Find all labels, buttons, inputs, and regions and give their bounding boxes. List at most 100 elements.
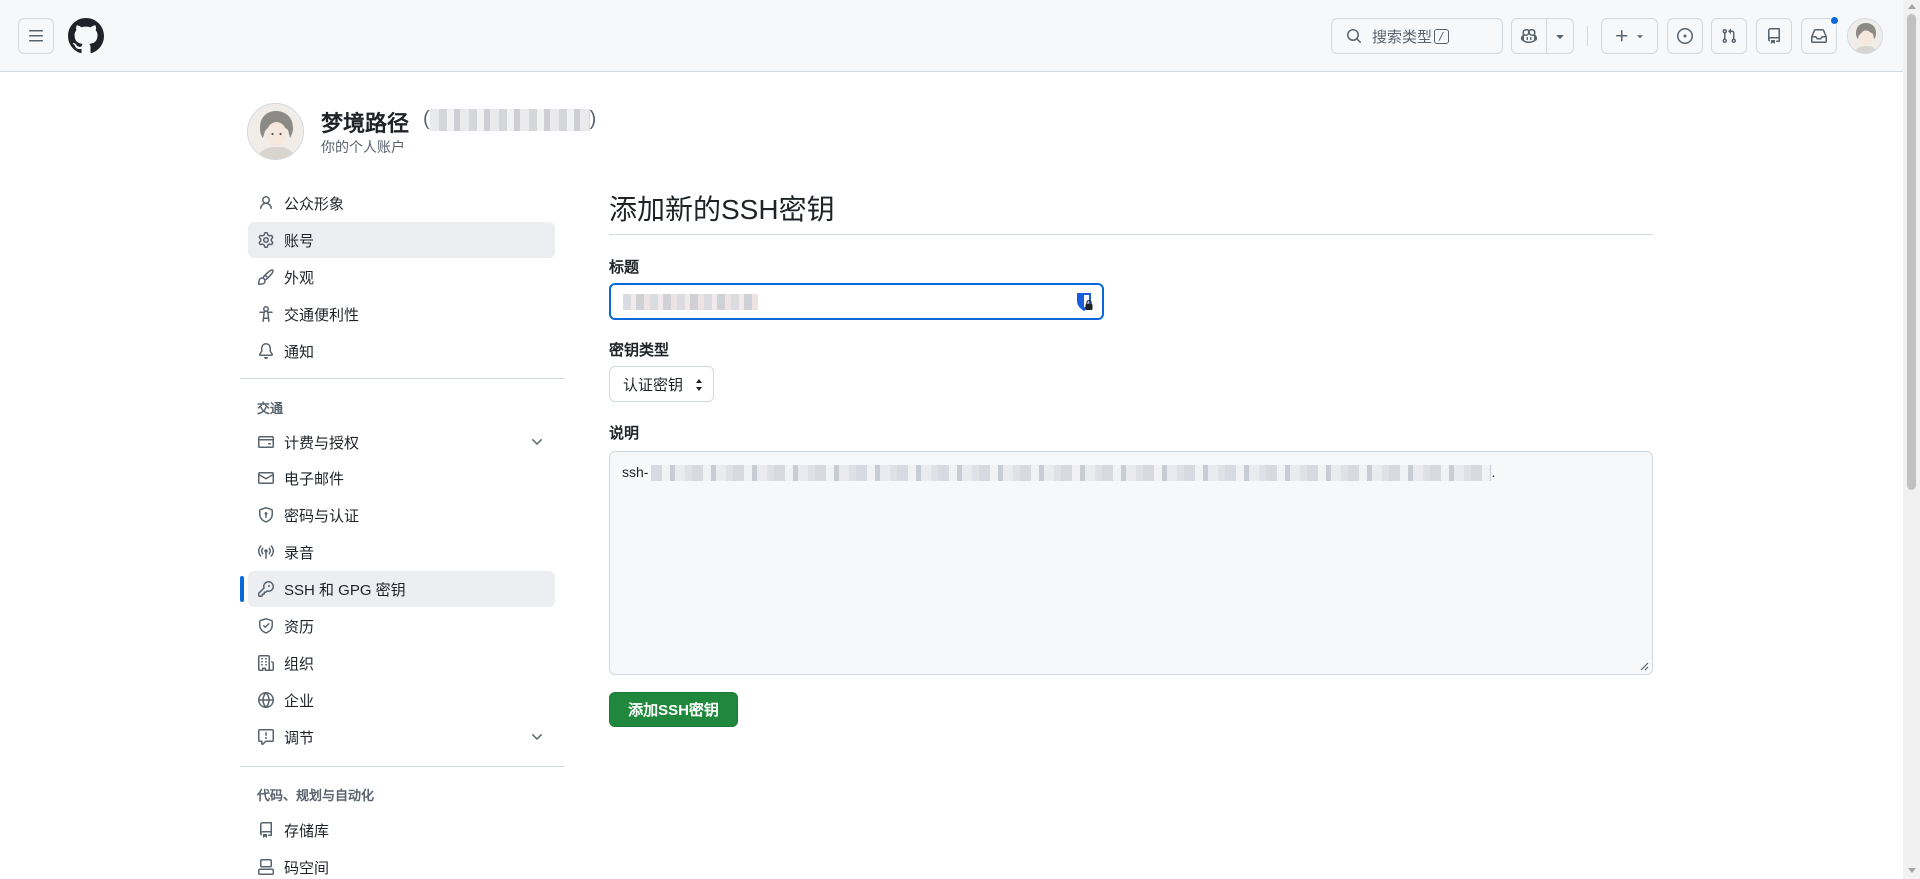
three-bars-icon bbox=[29, 30, 43, 42]
sidebar-item-label: 密码与认证 bbox=[284, 507, 360, 525]
sidebar-item-organizations[interactable]: 组织 bbox=[248, 645, 555, 681]
pull-requests-button[interactable] bbox=[1711, 18, 1747, 54]
sidebar-item-password-auth[interactable]: 密码与认证 bbox=[248, 497, 555, 533]
page-title: 添加新的SSH密钥 bbox=[609, 194, 835, 225]
menu-button[interactable] bbox=[18, 18, 54, 54]
header-divider bbox=[1587, 26, 1588, 46]
sidebar-item-repositories[interactable]: 存储库 bbox=[248, 812, 555, 848]
key-prefix: ssh- bbox=[622, 464, 649, 480]
repositories-button[interactable] bbox=[1756, 18, 1792, 54]
profile-avatar[interactable] bbox=[247, 103, 304, 160]
sidebar-group-heading-access: 交通 bbox=[257, 401, 284, 416]
create-new-button[interactable] bbox=[1601, 18, 1658, 54]
github-mark-icon bbox=[68, 18, 104, 54]
globe-icon bbox=[257, 691, 275, 709]
sidebar-item-public-profile[interactable]: 公众形象 bbox=[248, 185, 555, 221]
inbox-icon bbox=[1811, 29, 1827, 43]
sidebar-item-label: 组织 bbox=[284, 655, 315, 673]
sidebar-item-appearance[interactable]: 外观 bbox=[248, 259, 555, 295]
sidebar-item-label: SSH 和 GPG 密钥 bbox=[284, 581, 406, 599]
resize-handle-icon[interactable] bbox=[1639, 661, 1649, 671]
search-shortcut-key: / bbox=[1434, 28, 1449, 44]
user-avatar[interactable] bbox=[1847, 18, 1883, 54]
paintbrush-icon bbox=[257, 268, 275, 286]
profile-subtitle: 你的个人账户 bbox=[321, 139, 405, 155]
github-logo[interactable] bbox=[68, 18, 104, 54]
sidebar-item-label: 计费与授权 bbox=[284, 434, 360, 452]
page-scrollbar[interactable] bbox=[1903, 0, 1920, 879]
sidebar-item-accessibility[interactable]: 交通便利性 bbox=[248, 296, 555, 332]
triangle-down-icon bbox=[1556, 35, 1564, 39]
shield-lock-icon bbox=[257, 506, 275, 524]
add-ssh-key-button[interactable]: 添加SSH密钥 bbox=[609, 692, 738, 727]
sidebar-item-account[interactable]: 账号 bbox=[248, 222, 555, 258]
login-close-paren: ) bbox=[589, 108, 597, 130]
sidebar-item-sessions[interactable]: 录音 bbox=[248, 534, 555, 570]
scroll-up-arrow[interactable] bbox=[1908, 4, 1916, 9]
copilot-icon bbox=[1521, 28, 1537, 44]
sidebar-item-ssh-gpg-keys[interactable]: SSH 和 GPG 密钥 bbox=[248, 571, 555, 607]
password-manager-icon[interactable] bbox=[1076, 292, 1094, 312]
sidebar-item-certifications[interactable]: 资历 bbox=[248, 608, 555, 644]
bell-icon bbox=[257, 342, 275, 360]
report-icon bbox=[257, 728, 275, 746]
key-type-value: 认证密钥 bbox=[623, 376, 684, 394]
search-placeholder: 搜索类型 bbox=[1372, 28, 1433, 46]
sidebar-item-label: 企业 bbox=[284, 692, 315, 710]
issue-opened-icon bbox=[1677, 28, 1693, 44]
key-textarea[interactable]: ssh-. bbox=[609, 451, 1653, 675]
scrollbar-thumb[interactable] bbox=[1907, 14, 1916, 490]
organization-icon bbox=[257, 654, 275, 672]
sidebar-item-notifications[interactable]: 通知 bbox=[248, 333, 555, 369]
accessibility-icon bbox=[257, 305, 275, 323]
search-icon bbox=[1347, 29, 1362, 44]
sidebar-item-label: 录音 bbox=[284, 544, 315, 562]
search-input[interactable]: 搜索类型 / bbox=[1331, 18, 1503, 54]
select-arrows-icon bbox=[696, 379, 702, 391]
gear-icon bbox=[257, 231, 275, 249]
person-icon bbox=[257, 194, 275, 212]
sidebar-item-label: 电子邮件 bbox=[284, 470, 345, 488]
codespaces-icon bbox=[257, 858, 275, 876]
sidebar-divider bbox=[240, 378, 564, 379]
global-header: 搜索类型 / bbox=[0, 0, 1903, 72]
redacted-username bbox=[429, 108, 590, 131]
copilot-dropdown-button[interactable] bbox=[1546, 18, 1574, 54]
sidebar-item-billing[interactable]: 计费与授权 bbox=[248, 424, 555, 460]
repo-icon bbox=[1768, 28, 1780, 44]
sidebar-item-label: 调节 bbox=[284, 729, 315, 747]
key-suffix: . bbox=[1491, 464, 1496, 480]
key-title-input[interactable] bbox=[609, 283, 1104, 320]
avatar-illustration bbox=[1848, 19, 1882, 53]
sidebar-item-label: 交通便利性 bbox=[284, 306, 360, 324]
broadcast-icon bbox=[257, 543, 275, 561]
key-icon bbox=[257, 580, 275, 598]
sidebar-divider bbox=[240, 766, 564, 767]
sidebar-item-label: 码空间 bbox=[284, 859, 330, 877]
sidebar-item-enterprises[interactable]: 企业 bbox=[248, 682, 555, 718]
sidebar-item-codespaces[interactable]: 码空间 bbox=[248, 849, 555, 879]
login-open-paren: ( bbox=[423, 108, 430, 130]
scroll-down-arrow[interactable] bbox=[1908, 868, 1916, 873]
sidebar-group-heading-code: 代码、规划与自动化 bbox=[257, 788, 375, 803]
sidebar-item-emails[interactable]: 电子邮件 bbox=[248, 460, 555, 496]
active-item-indicator bbox=[240, 576, 244, 602]
copilot-button[interactable] bbox=[1511, 18, 1547, 54]
plus-icon bbox=[1615, 30, 1627, 42]
chevron-down-icon[interactable] bbox=[529, 729, 545, 745]
sidebar-item-moderation[interactable]: 调节 bbox=[248, 719, 555, 755]
profile-login: () bbox=[423, 108, 596, 131]
shield-check-icon bbox=[257, 617, 275, 635]
git-pull-request-icon bbox=[1722, 28, 1737, 44]
sidebar-item-label: 账号 bbox=[284, 232, 315, 250]
title-label: 标题 bbox=[609, 259, 640, 276]
chevron-down-icon[interactable] bbox=[529, 434, 545, 450]
key-label: 说明 bbox=[609, 425, 640, 442]
issues-button[interactable] bbox=[1667, 18, 1703, 54]
sidebar-item-label: 通知 bbox=[284, 343, 315, 361]
sidebar-item-label: 公众形象 bbox=[284, 195, 345, 213]
redacted-key-value bbox=[651, 465, 1492, 481]
title-divider bbox=[609, 234, 1653, 235]
avatar-illustration bbox=[248, 104, 303, 159]
key-type-select[interactable]: 认证密钥 bbox=[609, 366, 714, 402]
